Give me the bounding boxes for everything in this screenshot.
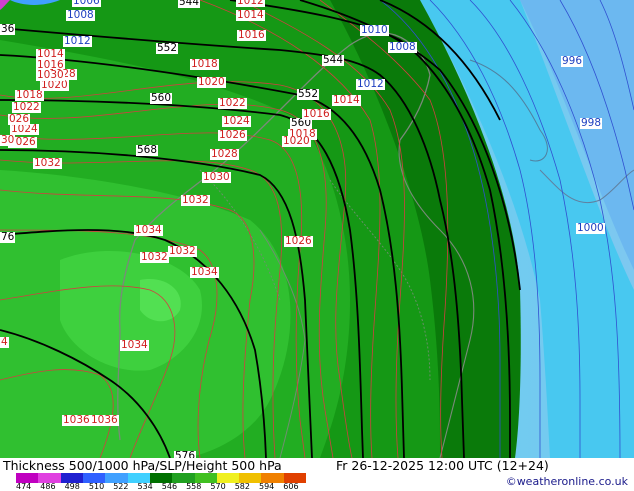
slp-red-label: 1032 [33,157,62,169]
height-label: 552 [156,42,179,54]
height-label: 568 [136,144,159,156]
slp-red-label: 1030 [202,171,231,183]
slp-red-label: 30 [0,134,16,146]
slp-blue-label: 998 [580,117,603,129]
slp-red-label: 1014 [332,94,361,106]
map-canvas [0,0,634,459]
slp-red-label: 1022 [12,101,41,113]
slp-red-label: 1018 [190,58,219,70]
map-title: Thickness 500/1000 hPa/SLP/Height 500 hP… [3,458,282,473]
slp-red-label: 1020 [40,79,69,91]
slp-blue-label: 1000 [576,222,605,234]
slp-blue-label: 1012 [356,78,385,90]
slp-red-label: 1032 [168,245,197,257]
weather-map: 544 552 560 568 544 552 560 576 36 76 1014 1016 1012… [0,0,634,462]
slp-red-label: 1016 [237,29,266,41]
slp-blue-label: 996 [561,55,584,67]
slp-red-label: 1012 [236,0,265,7]
slp-red-label: 1014 [236,9,265,21]
slp-blue-label: 1010 [360,24,389,36]
slp-red-label: 1024 [222,115,251,127]
slp-red-label: 1030 [36,69,65,81]
slp-blue-label: 1008 [66,9,95,21]
slp-red-label: 4 [0,336,9,348]
slp-red-label: 1036 [62,414,91,426]
height-label: 544 [322,54,345,66]
slp-red-label: 1034 [120,339,149,351]
slp-red-label: 1020 [282,135,311,147]
slp-red-label: 026 [8,113,31,125]
slp-red-label: 1016 [302,108,331,120]
slp-blue-label: 1012 [63,35,92,47]
slp-blue-label: 1006 [72,0,101,7]
height-label: 552 [297,88,320,100]
slp-red-label: 1034 [134,224,163,236]
slp-red-label: 1028 [210,148,239,160]
credit-link[interactable]: ©weatheronline.co.uk [506,475,628,488]
height-label: 76 [0,231,16,243]
slp-red-label: 1024 [10,123,39,135]
slp-red-label: 1032 [140,251,169,263]
slp-blue-label: 1008 [388,41,417,53]
valid-time: Fr 26-12-2025 12:00 UTC (12+24) [336,458,549,473]
height-label: 544 [178,0,201,8]
slp-red-label: 1020 [197,76,226,88]
slp-red-label: 1026 [218,129,247,141]
slp-red-label: 1034 [190,266,219,278]
slp-red-label: 1036 [90,414,119,426]
height-label: 560 [150,92,173,104]
slp-red-label: 1026 [284,235,313,247]
slp-red-label: 1022 [218,97,247,109]
slp-red-label: 1018 [15,89,44,101]
height-label: 36 [0,23,16,35]
map-footer: Thickness 500/1000 hPa/SLP/Height 500 hP… [0,458,634,491]
slp-red-label: 1032 [181,194,210,206]
